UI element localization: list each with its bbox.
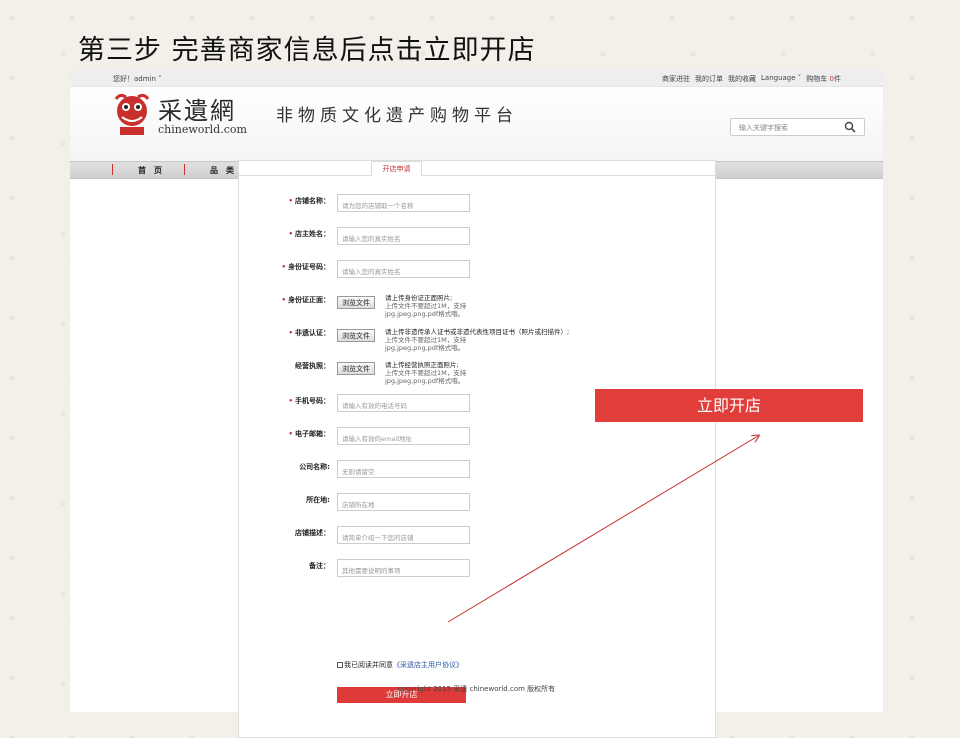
callout-box: 立即开店	[595, 389, 863, 422]
field-label-description: 店铺描述：	[295, 529, 330, 537]
merchant-join-link[interactable]: 商家进驻	[662, 74, 690, 84]
hint-formats: jpg,jpeg,png,pdf格式哦。	[385, 310, 465, 318]
my-orders-link[interactable]: 我的订单	[695, 74, 723, 84]
search-placeholder: 输入关键字搜索	[739, 124, 788, 132]
site-header: 采遺網 chineworld.com 非物质文化遗产购物平台 输入关键字搜索	[70, 87, 883, 161]
business-license-browse-button[interactable]: 浏览文件	[337, 362, 375, 375]
company-input[interactable]: 无则请留空	[337, 460, 470, 478]
heritage-cert-hint: 请上传非遗传承人证书或非遗代表性项目证书（照片或扫描件）; 上传文件不要超过1M…	[385, 328, 569, 352]
remarks-input[interactable]: 其他需要说明的事项	[337, 559, 470, 577]
required-mark: •	[288, 430, 293, 438]
hint-main: 请上传非遗传承人证书或非遗代表性项目证书（照片或扫描件）;	[385, 328, 570, 336]
required-mark: •	[281, 263, 286, 271]
logo-text[interactable]: 采遺網	[158, 91, 236, 126]
required-mark: •	[288, 230, 293, 238]
site-slogan: 非物质文化遗产购物平台	[276, 106, 518, 126]
field-label-owner-name: • 店主姓名：	[288, 230, 330, 238]
nav-divider	[184, 164, 185, 175]
top-links: 商家进驻 我的订单 我的收藏 Language ˅ 购物车 0件	[662, 74, 841, 84]
id-front-browse-button[interactable]: 浏览文件	[337, 296, 375, 309]
hint-formats: jpg,jpeg,png,pdf格式哦。	[385, 377, 465, 385]
field-label-remarks: 备注：	[309, 562, 330, 570]
search-input[interactable]: 输入关键字搜索	[730, 118, 865, 136]
phone-input[interactable]: 请输入有效的电话号码	[337, 394, 470, 412]
id-number-input[interactable]: 请输入您的真实姓名	[337, 260, 470, 278]
field-label-business-license: 经营执照：	[295, 362, 330, 370]
tab-shop-application[interactable]: 开店申请	[371, 161, 422, 177]
my-favorites-link[interactable]: 我的收藏	[728, 74, 756, 84]
hint-size: 上传文件不要超过1M，支持	[385, 336, 467, 344]
hint-size: 上传文件不要超过1M，支持	[385, 369, 467, 377]
heritage-cert-browse-button[interactable]: 浏览文件	[337, 329, 375, 342]
search-icon[interactable]	[844, 121, 856, 133]
agreement-text: 我已阅读并同意	[344, 661, 393, 669]
cart-unit: 件	[834, 75, 841, 83]
hint-main: 请上传身份证正面照片;	[385, 294, 453, 302]
hint-size: 上传文件不要超过1M，支持	[385, 302, 467, 310]
agreement-row: 我已阅读并同意《采遗店主用户协议》	[337, 660, 463, 670]
language-menu[interactable]: Language ˅	[761, 74, 801, 84]
agreement-checkbox[interactable]	[337, 662, 343, 668]
slide-title: 第三步 完善商家信息后点击立即开店	[78, 35, 536, 66]
id-front-hint: 请上传身份证正面照片; 上传文件不要超过1M，支持 jpg,jpeg,png,p…	[385, 294, 466, 318]
tab-underline	[239, 175, 715, 176]
field-label-location: 所在地:	[306, 496, 330, 504]
required-mark: •	[288, 329, 293, 337]
required-mark: •	[288, 397, 293, 405]
field-label-shop-name: • 店铺名称：	[288, 197, 330, 205]
hint-formats: jpg,jpeg,png,pdf格式哦。	[385, 344, 465, 352]
logo-domain: chineworld.com	[158, 123, 247, 136]
shop-name-input[interactable]: 请为您的店铺取一个名称	[337, 194, 470, 212]
field-label-id-number: • 身份证号码：	[281, 263, 330, 271]
field-label-phone: • 手机号码：	[288, 397, 330, 405]
cart-label: 购物车	[806, 75, 828, 83]
nav-item-home[interactable]: 首 页	[138, 165, 162, 176]
field-label-company: 公司名称:	[299, 463, 330, 471]
email-input[interactable]: 请输入有效的email地址	[337, 427, 470, 445]
top-bar: 您好！admin ˅ 商家进驻 我的订单 我的收藏 Language ˅ 购物车…	[70, 70, 883, 87]
field-label-heritage-cert: • 非遗认证：	[288, 329, 330, 337]
footer-copyright: copyright 2015 采遗 chineworld.com 版权所有	[397, 685, 556, 693]
agreement-link[interactable]: 《采遗店主用户协议》	[393, 661, 463, 669]
lion-dance-logo-icon[interactable]	[110, 91, 154, 137]
field-label-email: • 电子邮箱：	[288, 430, 330, 438]
nav-divider	[112, 164, 113, 175]
cart-link[interactable]: 购物车 0件	[806, 74, 841, 84]
shop-application-panel: 开店申请 • 店铺名称： 请为您的店铺取一个名称 • 店主姓名： 请输入您的真实姓名…	[238, 160, 716, 738]
nav-item-category[interactable]: 品 类	[210, 165, 234, 176]
field-label-id-front: • 身份证正面：	[281, 296, 330, 304]
location-input[interactable]: 店铺所在地	[337, 493, 470, 511]
business-license-hint: 请上传经营执照正面照片; 上传文件不要超过1M，支持 jpg,jpeg,png,…	[385, 361, 466, 385]
required-mark: •	[288, 197, 293, 205]
hint-main: 请上传经营执照正面照片;	[385, 361, 459, 369]
required-mark: •	[281, 296, 286, 304]
user-greeting[interactable]: 您好！admin ˅	[113, 74, 162, 84]
description-input[interactable]: 请简单介绍一下您的店铺	[337, 526, 470, 544]
owner-name-input[interactable]: 请输入您的真实姓名	[337, 227, 470, 245]
